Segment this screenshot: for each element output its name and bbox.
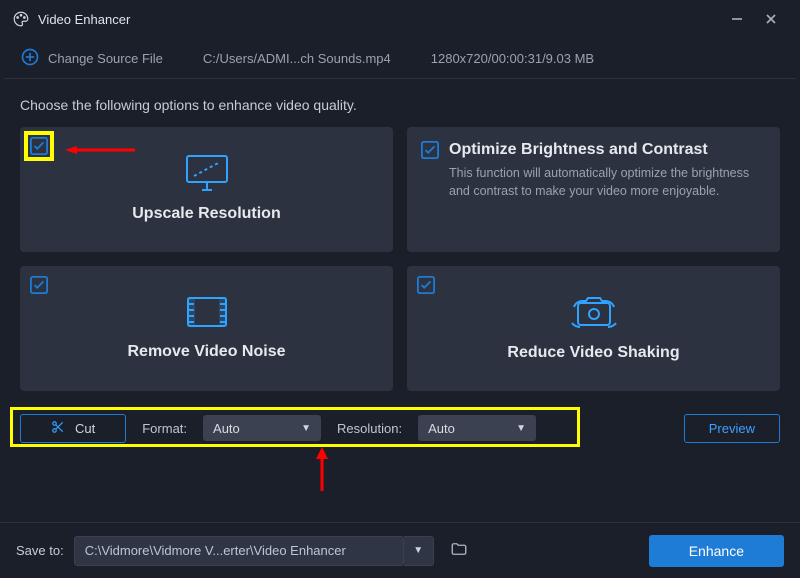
cut-label: Cut <box>75 421 95 436</box>
card-reduce-shaking[interactable]: Reduce Video Shaking <box>407 266 780 391</box>
save-path-dropdown[interactable]: ▼ <box>404 536 434 566</box>
enhance-button[interactable]: Enhance <box>649 535 784 567</box>
format-label: Format: <box>142 421 187 436</box>
format-value: Auto <box>213 421 240 436</box>
card-description: This function will automatically optimiz… <box>421 165 766 200</box>
close-button[interactable] <box>754 4 788 34</box>
app-title: Video Enhancer <box>38 12 720 27</box>
resolution-label: Resolution: <box>337 421 402 436</box>
card-remove-noise[interactable]: Remove Video Noise <box>20 266 393 391</box>
title-bar: Video Enhancer <box>0 0 800 38</box>
checkbox-checked-icon[interactable] <box>30 137 48 155</box>
controls-row: Cut Format: Auto ▼ Resolution: Auto ▼ Pr… <box>14 413 786 443</box>
save-to-label: Save to: <box>16 543 64 558</box>
monitor-icon <box>182 152 232 197</box>
source-path: C:/Users/ADMI...ch Sounds.mp4 <box>203 51 391 66</box>
card-title: Optimize Brightness and Contrast <box>449 141 708 159</box>
enhance-label: Enhance <box>689 543 744 559</box>
source-meta: 1280x720/00:00:31/9.03 MB <box>431 51 594 66</box>
folder-icon <box>450 540 468 561</box>
checkbox-checked-icon[interactable] <box>417 276 435 294</box>
card-optimize-brightness[interactable]: Optimize Brightness and Contrast This fu… <box>407 127 780 252</box>
save-path-field[interactable]: C:\Vidmore\Vidmore V...erter\Video Enhan… <box>74 536 404 566</box>
chevron-down-icon: ▼ <box>413 545 423 556</box>
format-dropdown[interactable]: Auto ▼ <box>203 415 321 441</box>
instruction-text: Choose the following options to enhance … <box>0 79 800 127</box>
cut-button[interactable]: Cut <box>20 414 126 443</box>
checkbox-checked-icon[interactable] <box>421 141 439 159</box>
minimize-button[interactable] <box>720 4 754 34</box>
chevron-down-icon: ▼ <box>301 423 311 434</box>
checkbox-checked-icon[interactable] <box>30 276 48 294</box>
card-upscale-resolution[interactable]: Upscale Resolution <box>20 127 393 252</box>
footer-bar: Save to: C:\Vidmore\Vidmore V...erter\Vi… <box>0 522 800 578</box>
preview-button[interactable]: Preview <box>684 414 780 443</box>
plus-circle-icon <box>20 47 40 70</box>
change-source-label: Change Source File <box>48 51 163 66</box>
source-bar: Change Source File C:/Users/ADMI...ch So… <box>0 38 800 78</box>
scissors-icon <box>51 420 65 437</box>
card-caption: Reduce Video Shaking <box>507 344 679 362</box>
filmstrip-icon <box>182 292 232 335</box>
palette-icon <box>12 10 30 28</box>
resolution-dropdown[interactable]: Auto ▼ <box>418 415 536 441</box>
change-source-button[interactable]: Change Source File <box>20 47 163 70</box>
open-folder-button[interactable] <box>444 536 474 566</box>
preview-label: Preview <box>709 421 755 436</box>
resolution-value: Auto <box>428 421 455 436</box>
annotation-arrow-icon <box>316 447 328 491</box>
card-caption: Remove Video Noise <box>128 343 286 361</box>
camera-shake-icon <box>566 291 622 336</box>
chevron-down-icon: ▼ <box>516 423 526 434</box>
save-path-value: C:\Vidmore\Vidmore V...erter\Video Enhan… <box>85 543 346 558</box>
options-grid: Upscale Resolution Optimize Brightness a… <box>0 127 800 391</box>
card-caption: Upscale Resolution <box>132 205 280 223</box>
